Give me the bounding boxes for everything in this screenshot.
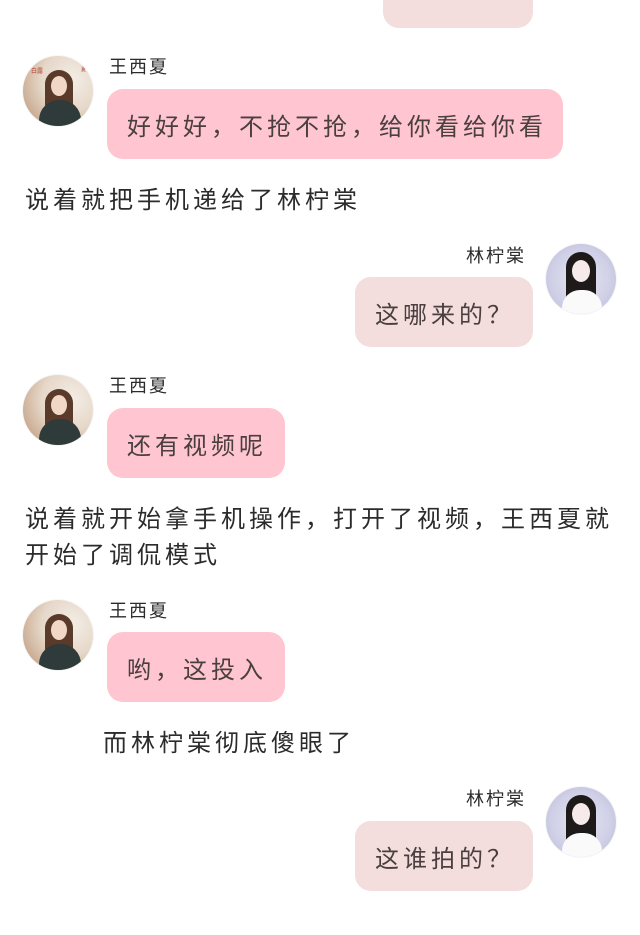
avatar[interactable] bbox=[23, 375, 93, 445]
message-bubble[interactable]: 这谁拍的？ bbox=[355, 821, 533, 891]
avatar-body bbox=[562, 833, 602, 857]
avatar-body bbox=[39, 419, 81, 445]
message-bubble[interactable]: 这哪来的？ bbox=[355, 277, 533, 347]
message-text: 还有视频呢 bbox=[127, 431, 267, 460]
avatar-text: 白露 bbox=[31, 68, 44, 75]
narration-text: 开始了调侃模式 bbox=[25, 541, 221, 569]
message-text: 哟，这投入 bbox=[127, 655, 267, 684]
avatar[interactable]: 白露 夏 bbox=[23, 56, 93, 126]
narration-text: 说着就把手机递给了林柠棠 bbox=[25, 186, 361, 214]
avatar[interactable] bbox=[546, 787, 616, 857]
sender-name: 王西夏 bbox=[109, 57, 169, 78]
avatar-face bbox=[51, 620, 67, 640]
message-text: 好好好，不抢不抢，给你看给你看 bbox=[127, 112, 547, 141]
message-text: 这谁拍的？ bbox=[375, 844, 515, 873]
message-bubble-partial bbox=[383, 0, 533, 28]
message-bubble[interactable]: 好好好，不抢不抢，给你看给你看 bbox=[107, 89, 563, 159]
sender-name: 林柠棠 bbox=[466, 246, 526, 267]
avatar-body bbox=[39, 100, 81, 126]
avatar-body bbox=[39, 644, 81, 670]
sender-name: 王西夏 bbox=[109, 376, 169, 397]
avatar[interactable] bbox=[546, 244, 616, 314]
narration-text: 而林柠棠彻底傻眼了 bbox=[103, 729, 355, 757]
message-bubble[interactable]: 还有视频呢 bbox=[107, 408, 285, 478]
sender-name: 林柠棠 bbox=[466, 789, 526, 810]
message-bubble[interactable]: 哟，这投入 bbox=[107, 632, 285, 702]
avatar-face bbox=[572, 260, 590, 282]
narration-text: 说着就开始拿手机操作，打开了视频，王西夏就 bbox=[25, 505, 613, 533]
avatar-face bbox=[51, 395, 67, 415]
sender-name: 王西夏 bbox=[109, 601, 169, 622]
avatar-face bbox=[51, 76, 67, 96]
avatar-face bbox=[572, 803, 590, 825]
avatar-text: 夏 bbox=[80, 67, 86, 73]
message-text: 这哪来的？ bbox=[375, 300, 515, 329]
avatar-body bbox=[562, 290, 602, 314]
avatar[interactable] bbox=[23, 600, 93, 670]
